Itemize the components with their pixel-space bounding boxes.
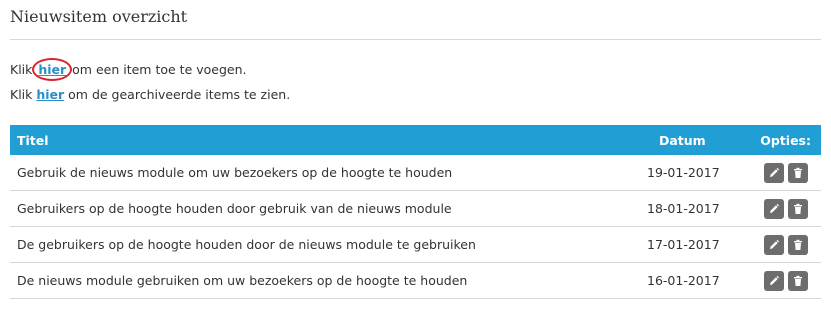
pencil-icon	[770, 239, 780, 249]
edit-button[interactable]	[764, 235, 784, 255]
column-header-options: Opties:	[760, 133, 811, 148]
news-table: Titel Datum Opties: Gebruik de nieuws mo…	[10, 125, 821, 299]
row-actions	[764, 163, 808, 183]
table-row: De gebruikers op de hoogte houden door d…	[10, 227, 821, 263]
table-header: Titel Datum Opties:	[10, 125, 821, 155]
table-row: Gebruik de nieuws module om uw bezoekers…	[10, 155, 821, 191]
pencil-icon	[770, 275, 780, 285]
row-date: 18-01-2017	[647, 201, 720, 216]
row-actions	[764, 199, 808, 219]
add-item-line: Klik hier om een item toe te voegen.	[10, 58, 247, 81]
column-header-title: Titel	[17, 133, 49, 148]
row-date: 16-01-2017	[647, 273, 720, 288]
table-row: Gebruikers op de hoogte houden door gebr…	[10, 191, 821, 227]
row-title: Gebruik de nieuws module om uw bezoekers…	[17, 165, 453, 180]
row-title: De nieuws module gebruiken om uw bezoeke…	[17, 273, 468, 288]
add-item-link[interactable]: hier	[38, 62, 66, 77]
edit-button[interactable]	[764, 271, 784, 291]
trash-icon	[794, 167, 802, 178]
row-actions	[764, 235, 808, 255]
row-title: Gebruikers op de hoogte houden door gebr…	[17, 201, 452, 216]
trash-icon	[794, 239, 802, 250]
row-date: 19-01-2017	[647, 165, 720, 180]
row-date: 17-01-2017	[647, 237, 720, 252]
delete-button[interactable]	[788, 235, 808, 255]
archive-link[interactable]: hier	[36, 87, 64, 102]
edit-button[interactable]	[764, 163, 784, 183]
delete-button[interactable]	[788, 271, 808, 291]
edit-button[interactable]	[764, 199, 784, 219]
row-title: De gebruikers op de hoogte houden door d…	[17, 237, 476, 252]
title-divider	[10, 39, 821, 40]
add-item-suffix: om een item toe te voegen.	[68, 62, 247, 77]
archive-line: Klik hier om de gearchiveerde items te z…	[10, 87, 290, 102]
highlight-circle: hier	[32, 58, 72, 81]
trash-icon	[794, 275, 802, 286]
trash-icon	[794, 203, 802, 214]
archive-suffix: om de gearchiveerde items te zien.	[64, 87, 291, 102]
archive-prefix: Klik	[10, 87, 37, 102]
delete-button[interactable]	[788, 163, 808, 183]
row-actions	[764, 271, 808, 291]
column-header-date: Datum	[659, 133, 706, 148]
delete-button[interactable]	[788, 199, 808, 219]
page-title: Nieuwsitem overzicht	[10, 7, 188, 26]
pencil-icon	[770, 167, 780, 177]
pencil-icon	[770, 203, 780, 213]
table-row: De nieuws module gebruiken om uw bezoeke…	[10, 263, 821, 299]
